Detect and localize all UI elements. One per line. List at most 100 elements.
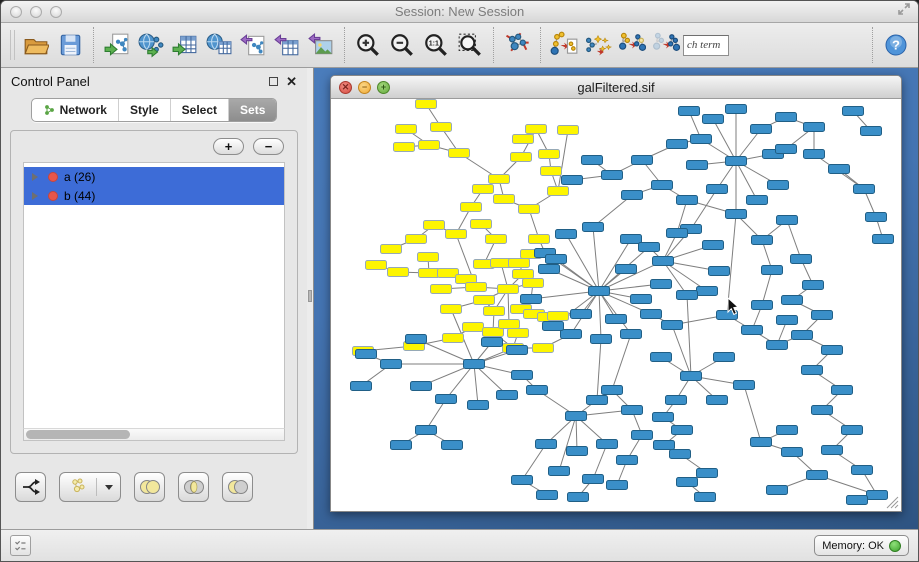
graph-node[interactable] xyxy=(539,150,560,159)
close-panel-icon[interactable]: ✕ xyxy=(286,77,297,86)
graph-node[interactable] xyxy=(484,307,505,316)
graph-node[interactable] xyxy=(691,135,712,144)
add-set-button[interactable]: + xyxy=(213,138,244,155)
remove-set-button[interactable]: − xyxy=(253,138,284,155)
graph-node[interactable] xyxy=(802,366,823,375)
graph-node[interactable] xyxy=(513,270,534,279)
export-image-button[interactable] xyxy=(304,28,338,62)
graph-node[interactable] xyxy=(507,346,528,355)
graph-node[interactable] xyxy=(707,185,728,194)
new-network-selected-nodes-button[interactable] xyxy=(615,28,649,62)
network-canvas[interactable] xyxy=(331,99,901,511)
fullscreen-arrows-icon[interactable] xyxy=(896,1,912,22)
toolbar-drag-handle[interactable] xyxy=(10,30,15,60)
graph-node[interactable] xyxy=(541,167,562,176)
graph-node[interactable] xyxy=(782,448,803,457)
graph-node[interactable] xyxy=(366,261,387,270)
graph-node[interactable] xyxy=(707,396,728,405)
export-table-button[interactable] xyxy=(270,28,304,62)
graph-node[interactable] xyxy=(431,123,452,132)
graph-node[interactable] xyxy=(607,481,628,490)
graph-node[interactable] xyxy=(499,320,520,329)
graph-node[interactable] xyxy=(866,213,887,222)
graph-node[interactable] xyxy=(670,450,691,459)
graph-node[interactable] xyxy=(498,285,519,294)
minimize-frame-button[interactable]: − xyxy=(358,81,371,94)
graph-node[interactable] xyxy=(394,143,415,152)
zoom-actual-size-button[interactable]: 1:1 xyxy=(419,28,453,62)
graph-node[interactable] xyxy=(751,438,772,447)
graph-node[interactable] xyxy=(473,185,494,194)
graph-node[interactable] xyxy=(482,338,503,347)
graph-node[interactable] xyxy=(777,216,798,225)
list-item-set-b[interactable]: b (44) xyxy=(24,186,284,205)
graph-node[interactable] xyxy=(726,157,747,166)
graph-node[interactable] xyxy=(622,406,643,415)
search-input[interactable] xyxy=(683,35,729,56)
graph-node[interactable] xyxy=(519,205,540,214)
split-sets-button[interactable] xyxy=(15,472,46,502)
panel-splitter[interactable] xyxy=(307,68,314,529)
memory-status-button[interactable]: Memory: OK xyxy=(814,535,909,556)
graph-node[interactable] xyxy=(832,386,853,395)
close-window-button[interactable] xyxy=(10,6,22,18)
create-set-button[interactable] xyxy=(59,472,121,502)
graph-node[interactable] xyxy=(388,268,409,277)
tab-select[interactable]: Select xyxy=(170,99,228,121)
horizontal-scrollbar[interactable] xyxy=(23,428,285,441)
graph-node[interactable] xyxy=(792,331,813,340)
graph-node[interactable] xyxy=(391,441,412,450)
graph-node[interactable] xyxy=(667,140,688,149)
graph-node[interactable] xyxy=(494,195,515,204)
title-bar[interactable]: Session: New Session xyxy=(1,1,918,23)
graph-node[interactable] xyxy=(597,440,618,449)
graph-node[interactable] xyxy=(651,353,672,362)
graph-node[interactable] xyxy=(441,305,462,314)
graph-node[interactable] xyxy=(762,266,783,275)
graph-node[interactable] xyxy=(523,279,544,288)
graph-node[interactable] xyxy=(589,287,610,296)
graph-node[interactable] xyxy=(489,175,510,184)
graph-node[interactable] xyxy=(768,181,789,190)
graph-node[interactable] xyxy=(822,446,843,455)
import-network-file-button[interactable] xyxy=(100,28,134,62)
graph-node[interactable] xyxy=(416,426,437,435)
graph-node[interactable] xyxy=(617,456,638,465)
apply-layout-button[interactable] xyxy=(500,28,534,62)
graph-node[interactable] xyxy=(548,187,569,196)
expander-triangle-icon[interactable] xyxy=(32,192,38,200)
graph-node[interactable] xyxy=(709,267,730,276)
graph-node[interactable] xyxy=(546,255,567,264)
graph-node[interactable] xyxy=(812,406,833,415)
graph-node[interactable] xyxy=(767,486,788,495)
graph-node[interactable] xyxy=(539,265,560,274)
graph-node[interactable] xyxy=(571,310,592,319)
network-window[interactable]: ✕ − + galFiltered.sif xyxy=(330,75,902,512)
graph-node[interactable] xyxy=(543,322,564,331)
graph-node[interactable] xyxy=(562,176,583,185)
graph-node[interactable] xyxy=(582,156,603,165)
graph-node[interactable] xyxy=(511,153,532,162)
graph-node[interactable] xyxy=(381,360,402,369)
graph-node[interactable] xyxy=(606,315,627,324)
graph-node[interactable] xyxy=(536,440,557,449)
graph-node[interactable] xyxy=(463,323,484,332)
new-network-from-selection-button[interactable] xyxy=(547,28,581,62)
graph-node[interactable] xyxy=(602,171,623,180)
graph-node[interactable] xyxy=(583,223,604,232)
graph-node[interactable] xyxy=(509,259,530,268)
import-table-file-button[interactable] xyxy=(168,28,202,62)
graph-node[interactable] xyxy=(602,386,623,395)
graph-node[interactable] xyxy=(442,441,463,450)
graph-node[interactable] xyxy=(807,471,828,480)
task-history-button[interactable] xyxy=(10,535,31,556)
expander-triangle-icon[interactable] xyxy=(32,173,38,181)
float-panel-icon[interactable] xyxy=(269,77,278,86)
union-sets-button[interactable] xyxy=(134,472,165,502)
graph-node[interactable] xyxy=(583,475,604,484)
graph-node[interactable] xyxy=(521,295,542,304)
graph-node[interactable] xyxy=(653,413,674,422)
intersect-sets-button[interactable] xyxy=(178,472,209,502)
graph-node[interactable] xyxy=(567,447,588,456)
tab-sets[interactable]: Sets xyxy=(228,99,276,121)
